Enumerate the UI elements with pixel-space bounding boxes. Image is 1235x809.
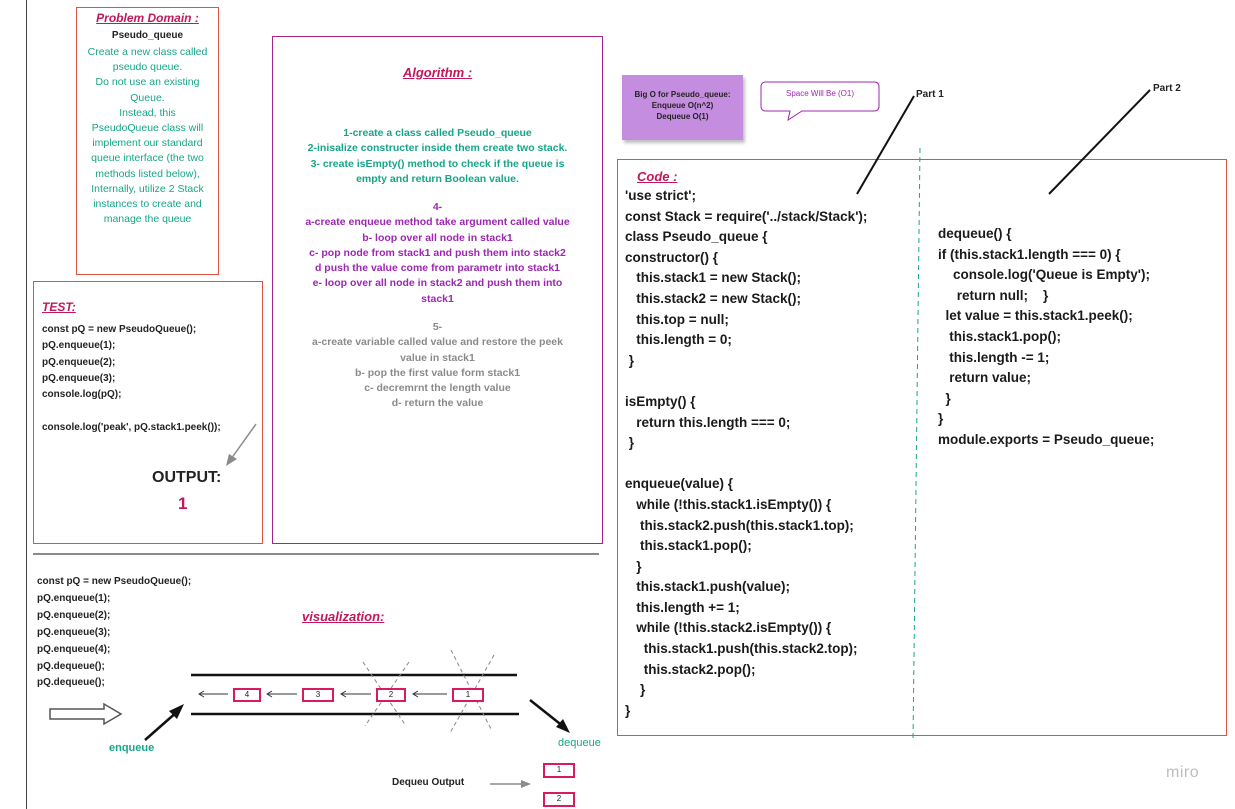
dequeue-output-node[interactable]: 2 (543, 792, 575, 807)
enqueue-label: enqueue (109, 742, 155, 754)
part-1-pointer-line (856, 95, 915, 195)
queue-node[interactable]: 4 (233, 688, 261, 702)
dequeue-output-label: Dequeu Output (392, 777, 465, 788)
visualization-code: const pQ = new PseudoQueue(); pQ.enqueue… (37, 576, 192, 689)
queue-node[interactable]: 2 (376, 688, 406, 702)
code-column-divider (912, 147, 921, 741)
queue-node[interactable]: 1 (452, 688, 484, 702)
queue-node[interactable]: 3 (302, 688, 334, 702)
visualization-title: visualization: (302, 609, 385, 624)
dequeue-label: dequeue (558, 737, 601, 749)
enqueue-input-arrow (49, 702, 123, 726)
output-arrow-line (230, 423, 257, 460)
miro-logo: miro (1166, 764, 1200, 781)
dequeue-output-node[interactable]: 1 (543, 763, 575, 778)
output-arrow-head (226, 454, 237, 466)
section-divider (33, 553, 599, 555)
part-2-pointer-line (1048, 89, 1151, 195)
